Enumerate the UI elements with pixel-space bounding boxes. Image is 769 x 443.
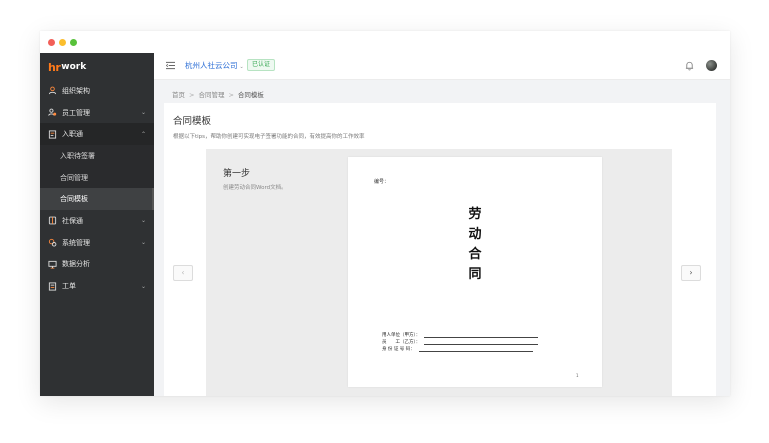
sidebar-item-label: 数据分析 [62,260,90,269]
user-icon [47,86,57,96]
page-description: 根据以下tips，帮助你创建可实现电子签署功能的合同，有效提高你的工作效率 [173,134,365,140]
content-card: 合同模板 根据以下tips，帮助你创建可实现电子签署功能的合同，有效提高你的工作… [164,103,716,396]
breadcrumb-separator: > [228,91,234,99]
chevron-down-icon: ⌄ [140,217,146,225]
signature-line: 身 份 证 号 码： [382,346,533,352]
bell-icon[interactable] [685,61,694,71]
company-selector[interactable]: 杭州人社云公司 ⌄ [185,60,244,71]
sidebar-item-social-security[interactable]: 社保通 ⌄ [40,210,154,232]
page-number: 1 [576,373,579,378]
chevron-down-icon: ⌄ [239,64,244,70]
sidebar-item-label: 员工管理 [62,108,90,117]
step-title: 第一步 [223,169,251,179]
monitor-icon [47,259,57,269]
document-number-label: 编号： [374,179,390,185]
sidebar-item-employee-management[interactable]: 员工管理 ⌄ [40,102,154,124]
sidebar-item-tickets[interactable]: 工单 ⌄ [40,275,154,297]
logo-text: work [61,62,87,72]
ticket-icon [47,281,57,291]
sidebar-item-label: 系统管理 [62,238,90,247]
company-name: 杭州人社云公司 [185,61,238,70]
chevron-down-icon: ⌄ [140,239,146,247]
sidebar-item-label: 入职通 [62,130,83,139]
document-title-char: 动 [468,227,482,242]
avatar[interactable] [706,60,717,71]
sidebar-item-label: 工单 [62,282,76,291]
minimize-window-button[interactable] [59,39,66,46]
signature-line: 员 工（乙方）： [382,339,539,345]
app-window: hr work 组织架构 员工管理 ⌄ 入职通 ⌃ 入职待签署 合同管理 合同模… [40,31,730,396]
menu-icon[interactable] [166,61,175,70]
prev-step-button[interactable]: ‹ [173,265,193,281]
document-icon [47,129,57,139]
signature-underline [424,340,539,345]
page-title: 合同模板 [173,116,212,127]
chevron-up-icon: ⌃ [140,130,146,138]
verified-badge: 已认证 [247,59,276,71]
sidebar-menu: 组织架构 员工管理 ⌄ 入职通 ⌃ 入职待签署 合同管理 合同模板 社保通 ⌄ … [40,80,154,297]
shield-icon [47,216,57,226]
sidebar-subitem-contract-management[interactable]: 合同管理 [40,166,154,189]
breadcrumb-contract-management[interactable]: 合同管理 [198,91,224,99]
logo-mark: hr [48,60,61,74]
sidebar-item-label: 入职待签署 [60,151,95,160]
signature-label: 员 工（乙方）： [382,340,421,345]
sidebar: hr work 组织架构 员工管理 ⌄ 入职通 ⌃ 入职待签署 合同管理 合同模… [40,53,154,396]
sidebar-item-label: 社保通 [62,216,83,225]
signature-underline [418,347,533,352]
main-area: 杭州人社云公司 ⌄ 已认证 首页 > 合同管理 > 合同模板 合同模板 根据以下tips，… [154,53,730,396]
document-title-char: 同 [468,267,482,282]
window-titlebar [40,31,730,53]
breadcrumb-home[interactable]: 首页 [172,91,185,99]
close-window-button[interactable] [48,39,55,46]
sidebar-item-label: 组织架构 [62,86,90,95]
sidebar-item-system-management[interactable]: 系统管理 ⌄ [40,232,154,254]
sidebar-subitem-pending-signature[interactable]: 入职待签署 [40,145,154,167]
logo[interactable]: hr work [48,59,86,75]
breadcrumb-separator: > [189,91,195,99]
step-description: 创建劳动合同Word文档。 [223,185,287,191]
signature-label: 身 份 证 号 码： [382,347,415,352]
maximize-window-button[interactable] [70,39,77,46]
sidebar-item-data-analysis[interactable]: 数据分析 [40,254,154,276]
next-step-button[interactable]: › [681,265,701,281]
signature-label: 用人单位（甲方）： [382,333,421,338]
breadcrumb-current: 合同模板 [237,91,264,99]
document-title-char: 劳 [468,207,482,222]
signature-underline [424,333,539,338]
breadcrumb: 首页 > 合同管理 > 合同模板 [172,89,264,99]
users-icon [47,108,57,118]
gear-icon [47,238,57,248]
sidebar-item-label: 合同模板 [60,195,88,204]
chevron-down-icon: ⌄ [140,282,146,290]
signature-line: 用人单位（甲方）： [382,332,539,338]
contract-document-preview: 编号： 劳 动 合 同 用人单位（甲方）： 员 工（乙方）： 身 份 证 号 码… [348,157,602,387]
top-header: 杭州人社云公司 ⌄ 已认证 [154,53,730,80]
document-title-char: 合 [468,247,482,262]
tutorial-slide: 第一步 创建劳动合同Word文档。 编号： 劳 动 合 同 用人单位（甲方）： … [206,149,672,396]
sidebar-item-org-structure[interactable]: 组织架构 [40,80,154,102]
sidebar-item-label: 合同管理 [60,173,88,182]
document-title: 劳 动 合 同 [465,205,485,285]
sidebar-item-onboarding[interactable]: 入职通 ⌃ [40,123,154,146]
sidebar-subitem-contract-template[interactable]: 合同模板 [40,188,154,211]
chevron-down-icon: ⌄ [140,109,146,117]
